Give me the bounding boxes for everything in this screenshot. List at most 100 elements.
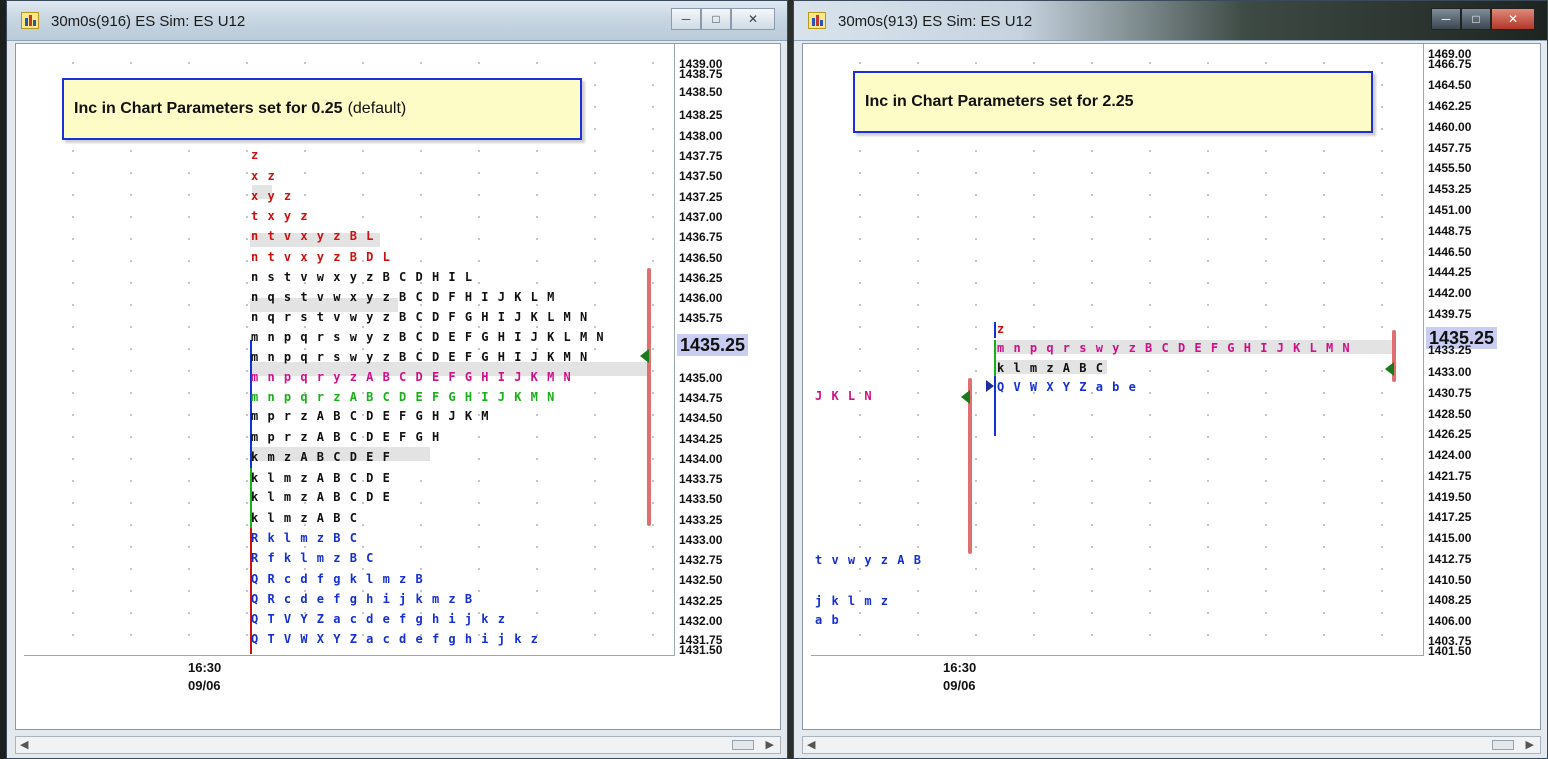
price-tick: 1464.50 <box>1428 78 1472 92</box>
price-tick: 1410.50 <box>1428 573 1472 587</box>
current-price-marker-icon <box>640 349 649 363</box>
price-tick: 1435.00 <box>679 371 723 385</box>
scroll-right-icon[interactable]: ▶ <box>766 738 774 751</box>
tpo-plot-area[interactable]: Inc in Chart Parameters set for 0.25 (de… <box>24 44 675 656</box>
price-tick: 1432.25 <box>679 594 723 608</box>
price-tick: 1466.75 <box>1428 57 1472 71</box>
chart-window-2[interactable]: 30m0s(913) ES Sim: ES U12 ─ □ ✕ Inc in C… <box>793 0 1548 759</box>
time-label: 16:30 <box>188 660 222 675</box>
price-tick: 1438.50 <box>679 85 723 99</box>
price-tick: 1417.25 <box>1428 510 1472 524</box>
tpo-row: R k l m z B C <box>251 531 358 545</box>
tpo-row: Q T V W X Y Z a c d e f g h i j k z <box>251 632 539 646</box>
tpo-row: k l m z A B C D E <box>251 490 391 504</box>
price-tick: 1448.75 <box>1428 224 1472 238</box>
chart-window-1[interactable]: 30m0s(916) ES Sim: ES U12 ─ □ ✕ Inc in C… <box>6 0 788 759</box>
tpo-row: J K L N <box>815 389 873 403</box>
entry-marker-icon <box>986 380 994 392</box>
tpo-row: j k l m z <box>815 594 890 608</box>
price-tick: 1432.75 <box>679 553 723 567</box>
scroll-thumb[interactable] <box>732 740 754 750</box>
current-price-marker-icon <box>1385 362 1394 376</box>
price-tick: 1434.25 <box>679 432 723 446</box>
tpo-row: k l m z A B C D E <box>251 471 391 485</box>
tpo-row: m n p q r z A B C D E F G H I J K M N <box>251 390 556 404</box>
maximize-button[interactable]: □ <box>701 8 731 30</box>
tpo-row: t x y z <box>251 209 309 223</box>
chart-note[interactable]: Inc in Chart Parameters set for 2.25 <box>853 71 1373 133</box>
title-bar[interactable]: 30m0s(916) ES Sim: ES U12 ─ □ ✕ <box>7 1 787 41</box>
price-tick: 1436.50 <box>679 251 723 265</box>
chart-area[interactable]: Inc in Chart Parameters set for 0.25 (de… <box>15 43 781 730</box>
close-button[interactable]: ✕ <box>731 8 775 30</box>
price-tick: 1432.00 <box>679 614 723 628</box>
scroll-left-icon[interactable]: ◀ <box>807 738 815 751</box>
note-label: Inc in Chart Parameters set for 2.25 <box>865 93 1134 110</box>
price-tick: 1438.75 <box>679 67 723 81</box>
tpo-row: Q T V Y Z a c d e f g h i j k z <box>251 612 506 626</box>
tpo-plot-area[interactable]: Inc in Chart Parameters set for 2.25 z m… <box>811 44 1424 656</box>
date-label: 09/06 <box>188 678 221 693</box>
price-tick: 1457.75 <box>1428 141 1472 155</box>
horizontal-scrollbar[interactable]: ◀ ▶ <box>15 736 781 754</box>
tpo-row: n t v x y z B L <box>251 229 375 243</box>
price-tick: 1437.25 <box>679 190 723 204</box>
price-tick: 1438.00 <box>679 129 723 143</box>
tpo-row: t v w y z A B <box>815 553 922 567</box>
window-title: 30m0s(916) ES Sim: ES U12 <box>51 13 246 30</box>
price-tick: 1436.75 <box>679 230 723 244</box>
price-tick: 1437.75 <box>679 149 723 163</box>
open-range-line <box>994 340 996 376</box>
price-tick: 1437.50 <box>679 169 723 183</box>
tpo-row: x y z <box>251 189 293 203</box>
chart-area[interactable]: Inc in Chart Parameters set for 2.25 z m… <box>802 43 1541 730</box>
chart-app-icon <box>808 12 826 29</box>
tpo-row: m n p q r y z A B C D E F G H I J K M N <box>251 370 572 384</box>
price-tick: 1436.25 <box>679 271 723 285</box>
price-tick: 1446.50 <box>1428 245 1472 259</box>
price-tick: 1444.25 <box>1428 265 1472 279</box>
price-tick: 1435.75 <box>679 311 723 325</box>
time-label: 16:30 <box>943 660 977 675</box>
tpo-row: k l m z A B C <box>997 361 1104 375</box>
tpo-row: m n p q r s w y z B C D E F G H I J K L … <box>997 341 1351 355</box>
maximize-button[interactable]: □ <box>1461 8 1491 30</box>
note-suffix: (default) <box>347 100 407 117</box>
price-tick: 1433.25 <box>679 513 723 527</box>
tpo-row: n q r s t v w y z B C D F G H I J K L M … <box>251 310 589 324</box>
window-title: 30m0s(913) ES Sim: ES U12 <box>838 13 1033 30</box>
price-tick: 1434.75 <box>679 391 723 405</box>
scroll-left-icon[interactable]: ◀ <box>20 738 28 751</box>
price-axis[interactable]: 1439.00 1438.75 1438.50 1438.25 1438.00 … <box>675 44 775 656</box>
price-tick: 1462.25 <box>1428 99 1472 113</box>
horizontal-scrollbar[interactable]: ◀ ▶ <box>802 736 1541 754</box>
range-line <box>994 376 996 436</box>
price-tick: 1455.50 <box>1428 161 1472 175</box>
close-button[interactable]: ✕ <box>1491 8 1535 30</box>
prior-marker-icon <box>961 390 970 404</box>
price-tick: 1433.75 <box>679 472 723 486</box>
price-tick: 1437.00 <box>679 210 723 224</box>
price-tick: 1433.00 <box>1428 365 1472 379</box>
price-tick: 1412.75 <box>1428 552 1472 566</box>
tpo-row: z <box>997 322 1006 336</box>
price-tick: 1431.50 <box>679 643 723 657</box>
minimize-button[interactable]: ─ <box>671 8 701 30</box>
scroll-thumb[interactable] <box>1492 740 1514 750</box>
price-tick: 1436.00 <box>679 291 723 305</box>
initial-balance-line <box>994 322 996 338</box>
scroll-right-icon[interactable]: ▶ <box>1526 738 1534 751</box>
price-tick: 1438.25 <box>679 108 723 122</box>
price-tick: 1421.75 <box>1428 469 1472 483</box>
price-tick: 1415.00 <box>1428 531 1472 545</box>
chart-note[interactable]: Inc in Chart Parameters set for 0.25 (de… <box>62 78 582 140</box>
tpo-row: n q s t v w x y z B C D F H I J K L M <box>251 290 556 304</box>
price-tick: 1453.25 <box>1428 182 1472 196</box>
title-bar[interactable]: 30m0s(913) ES Sim: ES U12 ─ □ ✕ <box>794 1 1547 41</box>
price-tick: 1428.50 <box>1428 407 1472 421</box>
minimize-button[interactable]: ─ <box>1431 8 1461 30</box>
price-axis[interactable]: 1469.00 1466.75 1464.50 1462.25 1460.00 … <box>1424 44 1524 657</box>
tpo-row: k m z A B C D E F <box>251 450 391 464</box>
price-tick: 1434.50 <box>679 411 723 425</box>
price-tick: 1406.00 <box>1428 614 1472 628</box>
